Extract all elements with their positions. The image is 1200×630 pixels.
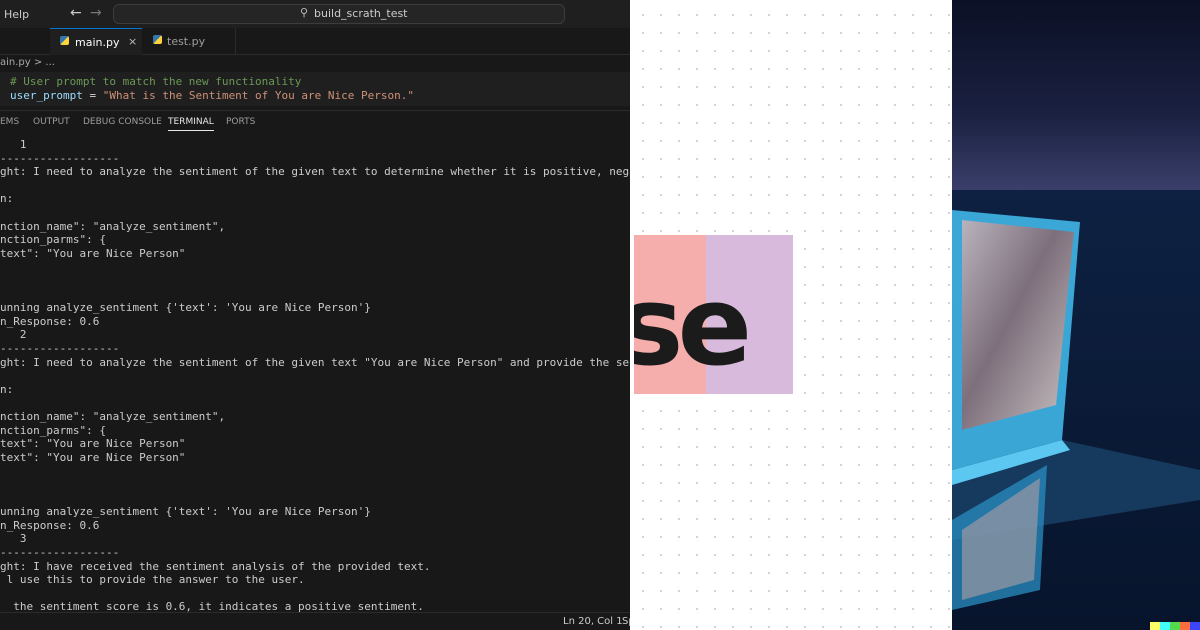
arrow-right-icon[interactable]: →: [90, 5, 102, 21]
image-color-strip: [1150, 622, 1200, 630]
logo-text: se: [634, 262, 752, 390]
breadcrumb[interactable]: ain.py > ...: [0, 57, 55, 68]
tab-label: main.py: [75, 36, 120, 49]
terminal-line: n:: [0, 382, 14, 396]
terminal-line: n_Response: 0.6: [0, 314, 100, 328]
terminal-line: text": "You are Nice Person": [0, 437, 186, 451]
terminal-line: ------------------: [0, 342, 120, 355]
tab-test-py[interactable]: test.py: [145, 28, 236, 54]
code-editor[interactable]: # User prompt to match the new functiona…: [0, 72, 630, 106]
terminal-line: ght: I have received the sentiment analy…: [0, 559, 431, 573]
terminal-line: nction_name": "analyze_sentiment",: [0, 410, 226, 423]
command-center-search[interactable]: ⚲ build_scrath_test: [113, 4, 565, 24]
terminal-line: 3: [0, 532, 27, 546]
tab-ports[interactable]: PORTS: [226, 117, 255, 127]
cursor-position[interactable]: Ln 20, Col 1: [563, 616, 623, 627]
tab-problems[interactable]: EMS: [0, 117, 19, 127]
terminal-line: 2: [0, 328, 27, 342]
python-file-icon: [60, 36, 69, 45]
search-icon: ⚲: [300, 6, 309, 19]
terminal-line: nction_parms": {: [0, 233, 106, 247]
terminal-line: ------------------: [0, 546, 120, 559]
title-bar: Help ← → ⚲ build_scrath_test: [0, 0, 630, 28]
terminal-line: nction_parms": {: [0, 423, 106, 437]
arrow-left-icon[interactable]: ←: [70, 5, 82, 21]
brand-logo: se: [634, 235, 793, 394]
terminal-line: text": "You are Nice Person": [0, 450, 186, 464]
code-operator: =: [82, 89, 103, 102]
command-center-label: build_scrath_test: [314, 7, 408, 20]
laptop-photo: [952, 0, 1200, 630]
terminal-line: unning analyze_sentiment {'text': 'You a…: [0, 505, 371, 519]
code-comment: # User prompt to match the new functiona…: [10, 75, 302, 88]
code-variable: user_prompt: [10, 89, 83, 102]
panel-tabs: EMS OUTPUT DEBUG CONSOLE TERMINAL PORTS: [0, 110, 630, 131]
code-statement: user_prompt = "What is the Sentiment of …: [10, 89, 414, 102]
vscode-window: Help ← → ⚲ build_scrath_test main.py × t…: [0, 0, 630, 630]
terminal-line: n_Response: 0.6: [0, 518, 100, 532]
tab-main-py[interactable]: main.py ×: [50, 28, 142, 55]
laptop-illustration: [952, 190, 1200, 630]
terminal-line: ------------------: [0, 151, 120, 165]
code-string: "What is the Sentiment of You are Nice P…: [102, 89, 414, 102]
python-file-icon: [153, 35, 162, 44]
dotted-background-panel: se: [630, 0, 952, 630]
terminal-line: text": "You are Nice Person": [0, 246, 186, 260]
terminal-line: ght: I need to analyze the sentiment of …: [0, 165, 630, 179]
terminal-line: ght: I need to analyze the sentiment of …: [0, 355, 630, 369]
tab-terminal[interactable]: TERMINAL: [168, 117, 214, 131]
editor-tabs: main.py × test.py: [0, 28, 630, 55]
terminal-output[interactable]: 1 ------------------ ght: I need to analyz…: [0, 138, 630, 613]
terminal-line: unning analyze_sentiment {'text': 'You a…: [0, 301, 371, 315]
tab-label: test.py: [167, 35, 206, 48]
terminal-line: l use this to provide the answer to the …: [0, 573, 305, 587]
indentation-status[interactable]: Sp: [622, 616, 630, 627]
terminal-line: nction_name": "analyze_sentiment",: [0, 219, 226, 233]
menu-help[interactable]: Help: [4, 8, 29, 21]
tab-debug-console[interactable]: DEBUG CONSOLE: [83, 117, 162, 127]
terminal-line: n:: [0, 192, 14, 206]
tab-output[interactable]: OUTPUT: [33, 117, 70, 127]
terminal-line: 1: [0, 138, 27, 151]
status-bar: Ln 20, Col 1 Sp: [0, 612, 630, 630]
close-icon[interactable]: ×: [128, 35, 137, 48]
